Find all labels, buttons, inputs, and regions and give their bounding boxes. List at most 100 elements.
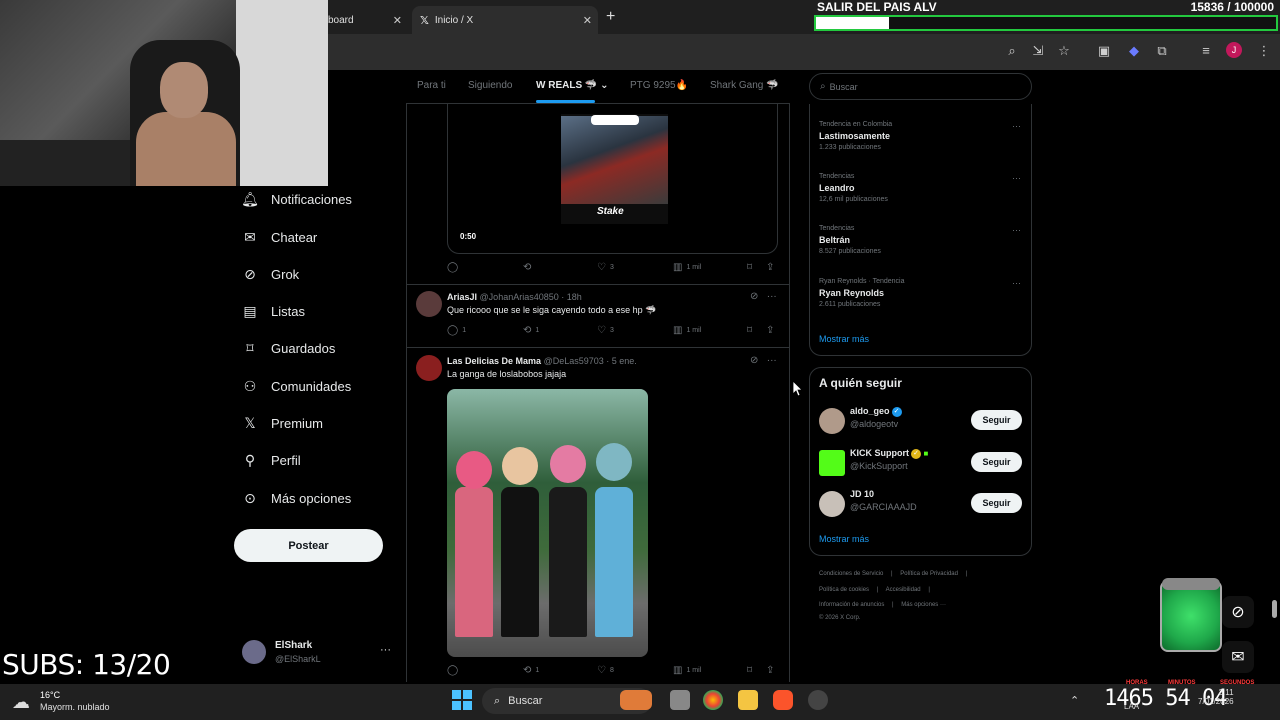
repost-button[interactable]: ⟲ 1	[523, 325, 539, 336]
close-tab-icon[interactable]: ✕	[393, 14, 402, 27]
steam-icon[interactable]	[808, 690, 828, 710]
chrome-icon[interactable]	[703, 690, 723, 710]
nav-mas-opciones[interactable]: ⊙ Más opciones	[242, 486, 351, 510]
views-button[interactable]: ▥ 1 mil	[673, 325, 701, 336]
repost-button[interactable]: ⟲	[523, 262, 535, 273]
nav-guardados[interactable]: ⌑ Guardados	[242, 336, 335, 360]
new-tab-button[interactable]: +	[606, 8, 615, 26]
star-icon[interactable]: ☆	[1056, 43, 1072, 59]
brave-icon[interactable]	[773, 690, 793, 710]
tray-overflow-icon[interactable]: ⌃	[1070, 694, 1079, 707]
weather-description[interactable]: Mayorm. nublado	[40, 702, 110, 712]
nav-listas[interactable]: ▤ Listas	[242, 299, 305, 323]
trend-item[interactable]: Tendencia en Colombia Lastimosamente 1.2…	[819, 121, 1029, 151]
extension-vpn-icon[interactable]: ◆	[1126, 43, 1142, 59]
install-icon[interactable]: ⇲	[1030, 43, 1046, 59]
trends-show-more-link[interactable]: Mostrar más	[819, 334, 869, 344]
bookmark-button[interactable]: ⌑	[747, 262, 756, 273]
browser-tab-inicio[interactable]: 𝕏 Inicio / X ✕	[412, 6, 598, 34]
nav-chatear[interactable]: ✉ Chatear	[242, 225, 317, 249]
system-clock[interactable]: 2:11 7/01/2026	[1198, 688, 1234, 706]
nav-grok[interactable]: ⊘ Grok	[242, 262, 299, 286]
nav-comunidades[interactable]: ⚇ Comunidades	[242, 374, 352, 398]
windows-start-button[interactable]	[452, 690, 472, 710]
tab-w-reals[interactable]: W REALS 🦈 ⌄	[536, 80, 609, 103]
browser-profile-avatar[interactable]: J	[1226, 42, 1242, 58]
grok-icon[interactable]: ⊘	[750, 355, 758, 366]
account-switcher[interactable]: ElShark @ElSharkL ···	[242, 638, 398, 668]
file-explorer-icon[interactable]	[738, 690, 758, 710]
video-player[interactable]: Stake 0:50	[447, 104, 778, 254]
reply-button[interactable]: ◯	[447, 262, 462, 273]
follow-button[interactable]: Seguir	[971, 410, 1022, 430]
share-button[interactable]: ⇪	[766, 325, 778, 336]
taskbar-app-taskview-icon[interactable]	[670, 690, 690, 710]
media-icon[interactable]: ≡	[1198, 43, 1214, 59]
trend-item[interactable]: Tendencias Leandro 12,6 mil publicacione…	[819, 173, 1029, 203]
footer-link[interactable]: Política de cookies	[819, 587, 869, 593]
footer-link[interactable]: Información de anuncios	[819, 602, 884, 608]
reply-button[interactable]: ◯	[447, 665, 462, 676]
follow-button[interactable]: Seguir	[971, 452, 1022, 472]
avatar[interactable]	[416, 355, 442, 381]
trend-item[interactable]: Ryan Reynolds · Tendencia Ryan Reynolds …	[819, 278, 1029, 308]
more-icon[interactable]: ···	[1012, 225, 1021, 235]
tweet-author[interactable]: AriasJI	[447, 292, 477, 302]
puzzle-icon[interactable]: ⧉	[1154, 43, 1170, 59]
repost-button[interactable]: ⟲ 1	[523, 665, 539, 676]
tweet-time[interactable]: · 5 ene.	[606, 356, 637, 366]
footer-link[interactable]: Condiciones de Servicio	[819, 571, 883, 577]
reply-button[interactable]: ◯ 1	[447, 325, 466, 336]
more-icon[interactable]: ···	[767, 355, 777, 366]
more-icon[interactable]: ···	[1012, 121, 1021, 131]
footer-link[interactable]: Más opciones ···	[901, 602, 946, 608]
follow-suggestion[interactable]: JD 10 @GARCIAAAJD Seguir	[819, 489, 1024, 519]
tab-shark-gang[interactable]: Shark Gang 🦈	[710, 80, 779, 91]
tweet-time[interactable]: · 18h	[561, 292, 582, 302]
more-icon[interactable]: ···	[1012, 173, 1021, 183]
tweet-author[interactable]: Las Delicias De Mama	[447, 356, 541, 366]
screenshot-icon[interactable]: ▣	[1096, 43, 1112, 59]
more-icon[interactable]: ···	[767, 291, 777, 302]
grok-icon[interactable]: ⊘	[1222, 596, 1254, 628]
page-scrollbar[interactable]	[1272, 600, 1277, 618]
like-button[interactable]: ♡ 3	[597, 262, 614, 273]
bookmark-button[interactable]: ⌑	[747, 325, 756, 336]
search-input[interactable]: ⌕ Buscar	[809, 73, 1032, 100]
more-icon[interactable]: ···	[380, 644, 391, 656]
tweet-handle[interactable]: @DeLas59703	[544, 356, 604, 366]
taskbar-app-widget[interactable]	[620, 690, 652, 710]
tab-ptg[interactable]: PTG 9295🔥	[630, 80, 688, 91]
weather-cloud-icon[interactable]: ☁	[12, 692, 30, 713]
more-icon[interactable]: ···	[1012, 278, 1021, 288]
nav-notificaciones[interactable]: 🔔︎ Notificaciones	[241, 187, 352, 211]
share-button[interactable]: ⇪	[766, 262, 778, 273]
zoom-icon[interactable]: ⌕	[1004, 43, 1020, 59]
nav-premium[interactable]: 𝕏 Premium	[242, 411, 323, 435]
tab-siguiendo[interactable]: Siguiendo	[468, 80, 512, 91]
follow-suggestion[interactable]: KICK Support ✓ ■ @KickSupport Seguir	[819, 448, 1024, 478]
messages-icon[interactable]: ✉	[1222, 641, 1254, 673]
grok-icon[interactable]: ⊘	[750, 291, 758, 302]
follow-show-more-link[interactable]: Mostrar más	[819, 534, 869, 544]
follow-suggestion[interactable]: aldo_geo ✓ @aldogeotv Seguir	[819, 406, 1024, 436]
tweet-handle[interactable]: @JohanArias40850	[480, 292, 559, 302]
tab-para-ti[interactable]: Para ti	[417, 80, 446, 91]
like-button[interactable]: ♡ 3	[597, 325, 614, 336]
views-button[interactable]: ▥ 1 mil	[673, 262, 701, 273]
language-indicator[interactable]: LAA	[1124, 702, 1139, 711]
footer-link[interactable]: Accesibilidad	[886, 587, 921, 593]
nav-perfil[interactable]: ⚲ Perfil	[242, 448, 301, 472]
browser-tab-board[interactable]: board ✕	[320, 6, 408, 34]
trend-item[interactable]: Tendencias Beltrán 8.527 publicaciones ·…	[819, 225, 1029, 255]
kebab-menu-icon[interactable]: ⋮	[1256, 43, 1272, 59]
weather-temperature[interactable]: 16°C	[40, 690, 60, 700]
tweet-photo[interactable]	[447, 389, 648, 657]
follow-button[interactable]: Seguir	[971, 493, 1022, 513]
views-button[interactable]: ▥ 1 mil	[673, 665, 701, 676]
post-button[interactable]: Postear	[234, 529, 383, 562]
like-button[interactable]: ♡ 8	[597, 665, 614, 676]
bookmark-button[interactable]: ⌑	[747, 665, 756, 676]
close-tab-icon[interactable]: ✕	[583, 14, 592, 27]
footer-link[interactable]: Política de Privacidad	[900, 571, 958, 577]
